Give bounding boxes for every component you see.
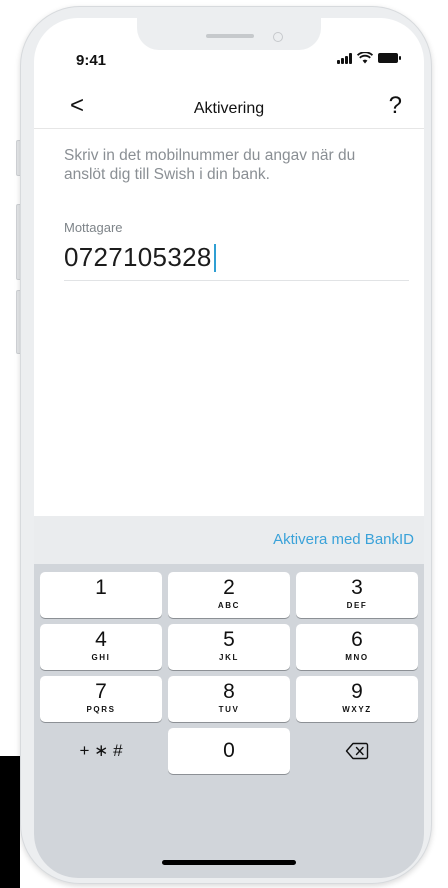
keypad-grid: 1 2 ABC 3 DEF 4 GHI 5 JKL 6 MNO 7 PQRS 8 TUV 9 W…	[40, 572, 418, 774]
key-digit: 7	[95, 680, 107, 703]
key-8[interactable]: 8 TUV	[168, 676, 290, 722]
front-camera	[273, 32, 283, 42]
notch	[137, 18, 321, 50]
battery-icon	[378, 53, 401, 63]
key-letters: JKL	[219, 653, 239, 662]
key-3[interactable]: 3 DEF	[296, 572, 418, 618]
key-letters: ABC	[217, 601, 241, 610]
key-letters: PQRS	[86, 705, 116, 714]
key-digit: 5	[223, 628, 235, 651]
phone-screen: 9:41 < Aktivering ? Skriv in det mobilnu…	[34, 18, 424, 878]
key-letters: WXYZ	[342, 705, 372, 714]
key-letters: GHI	[91, 653, 111, 662]
page-title: Aktivering	[193, 100, 265, 117]
text-cursor	[213, 243, 216, 272]
key-1[interactable]: 1	[40, 572, 162, 618]
phone-number-value: 0727105328	[64, 242, 212, 272]
key-digit: 8	[223, 680, 235, 703]
help-button[interactable]: ?	[389, 92, 402, 120]
key-0[interactable]: 0	[168, 728, 290, 774]
home-indicator	[162, 860, 296, 865]
cellular-signal-icon	[337, 52, 352, 64]
numeric-keypad: Aktivera med BankID 1 2 ABC 3 DEF 4 GHI 5 JK…	[34, 516, 424, 878]
key-symbols[interactable]: + ∗ #	[40, 728, 162, 774]
status-time: 9:41	[76, 52, 107, 69]
key-digit: 1	[95, 576, 107, 599]
key-digit: 2	[223, 576, 235, 599]
key-7[interactable]: 7 PQRS	[40, 676, 162, 722]
key-letters: MNO	[345, 653, 369, 662]
key-6[interactable]: 6 MNO	[296, 624, 418, 670]
backspace-icon	[345, 742, 369, 760]
key-digit: 9	[351, 680, 363, 703]
wifi-icon	[357, 52, 373, 64]
phone-field-label: Mottagare	[64, 220, 123, 235]
instruction-text: Skriv in det mobilnummer du angav när du…	[64, 147, 356, 183]
input-underline	[64, 280, 409, 281]
key-digit: 6	[351, 628, 363, 651]
key-delete[interactable]	[296, 728, 418, 774]
background-corner	[0, 756, 20, 888]
key-letters: DEF	[346, 601, 368, 610]
key-9[interactable]: 9 WXYZ	[296, 676, 418, 722]
navigation-bar: < Aktivering ?	[34, 88, 424, 128]
key-symbols-label: + ∗ #	[79, 741, 123, 760]
key-letters: TUV	[218, 705, 240, 714]
key-2[interactable]: 2 ABC	[168, 572, 290, 618]
key-digit: 4	[95, 628, 107, 651]
key-digit: 3	[351, 576, 363, 599]
phone-number-input[interactable]: 0727105328	[64, 242, 216, 273]
key-digit: 0	[223, 739, 235, 762]
status-icons	[337, 52, 401, 64]
keyboard-action-bar: Aktivera med BankID	[34, 516, 424, 564]
key-5[interactable]: 5 JKL	[168, 624, 290, 670]
key-4[interactable]: 4 GHI	[40, 624, 162, 670]
nav-divider	[34, 128, 424, 129]
speaker-grille	[206, 34, 254, 38]
activate-bankid-button[interactable]: Aktivera med BankID	[273, 531, 414, 548]
